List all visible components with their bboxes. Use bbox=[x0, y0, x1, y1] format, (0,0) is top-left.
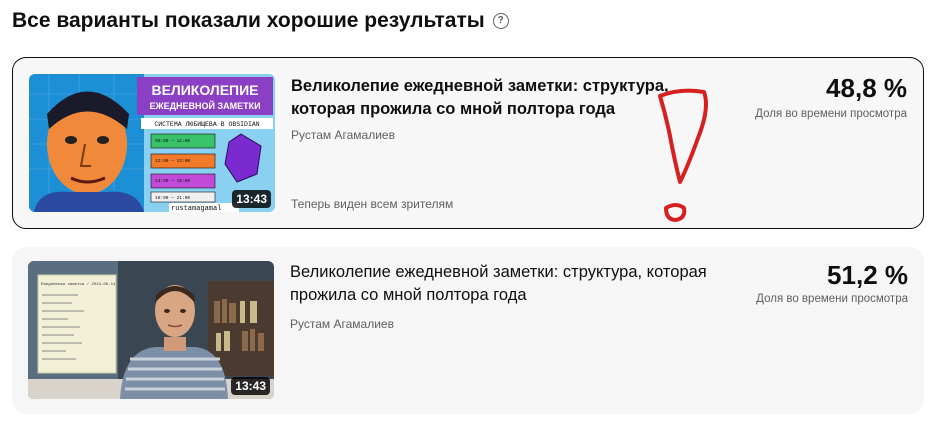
video-thumbnail[interactable]: ВЕЛИКОЛЕПИЕ ЕЖЕДНЕВНОЙ ЗАМЕТКИ СИСТЕМА Л… bbox=[29, 74, 275, 212]
variant-card-selected[interactable]: ВЕЛИКОЛЕПИЕ ЕЖЕДНЕВНОЙ ЗАМЕТКИ СИСТЕМА Л… bbox=[12, 57, 924, 229]
screen-heading: Ежедневная заметка / 2024-06-14 bbox=[41, 282, 116, 287]
page-title: Все варианты показали хорошие результаты bbox=[12, 9, 485, 32]
thumbnail-title-line1: ВЕЛИКОЛЕПИЕ bbox=[151, 82, 258, 98]
channel-name[interactable]: Рустам Агамалиев bbox=[290, 317, 394, 331]
variant-card[interactable]: Ежедневная заметка / 2024-06-14 13:43 Ве… bbox=[12, 247, 924, 414]
thumbnail-time-4: 18:00 — 21:00 bbox=[155, 195, 190, 201]
metric-label: Доля во времени просмотра bbox=[756, 293, 908, 305]
header: Все варианты показали хорошие результаты… bbox=[12, 8, 509, 34]
thumbnail-time-3: 13:00 — 18:00 bbox=[155, 178, 190, 184]
thumbnail-time-2: 12:00 — 13:00 bbox=[155, 158, 190, 164]
exclamation-annotation bbox=[658, 88, 708, 222]
video-thumbnail[interactable]: Ежедневная заметка / 2024-06-14 13:43 bbox=[28, 261, 274, 399]
visibility-status: Теперь виден всем зрителям bbox=[291, 197, 454, 211]
channel-name[interactable]: Рустам Агамалиев bbox=[291, 128, 395, 142]
metric-label: Доля во времени просмотра bbox=[755, 108, 907, 120]
help-icon[interactable]: ? bbox=[492, 13, 509, 29]
thumbnail-time-1: 09:00 — 12:00 bbox=[155, 138, 190, 144]
video-title[interactable]: Великолепие ежедневной заметки: структур… bbox=[290, 261, 710, 307]
thumbnail-subtitle: СИСТЕМА ЛЮБИЩЕВА В OBSIDIAN bbox=[154, 121, 259, 128]
thumbnail-title-line2: ЕЖЕДНЕВНОЙ ЗАМЕТКИ bbox=[149, 100, 260, 111]
video-duration: 13:43 bbox=[232, 190, 271, 208]
watch-time-share: 51,2 % bbox=[827, 260, 908, 290]
watch-time-share: 48,8 % bbox=[826, 73, 907, 103]
video-duration: 13:43 bbox=[231, 377, 270, 395]
thumbnail-watermark: rustamagamal bbox=[171, 205, 221, 212]
